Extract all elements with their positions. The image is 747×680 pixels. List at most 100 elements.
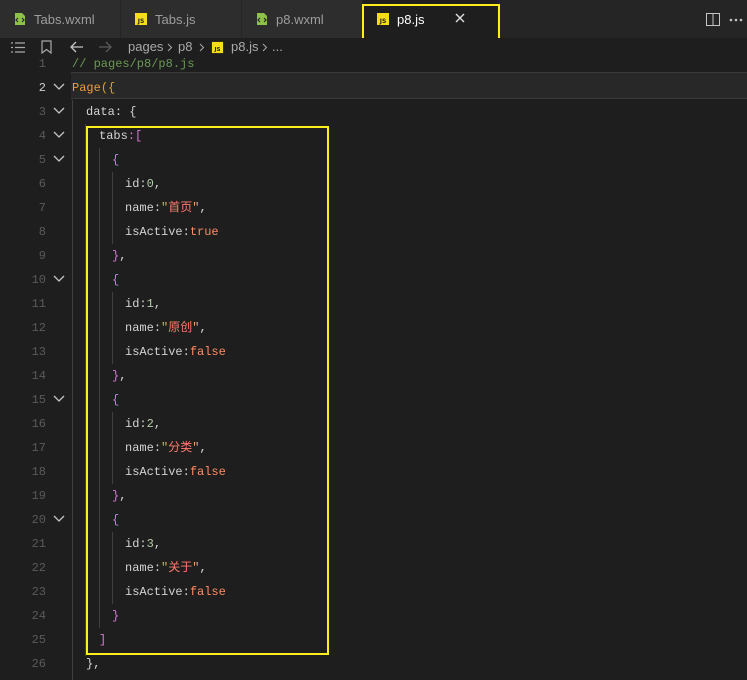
code-token: name — [125, 441, 154, 455]
code-line[interactable]: 19 }, — [0, 484, 747, 508]
line-number: 2 — [38, 81, 46, 95]
code-line[interactable]: 14 }, — [0, 364, 747, 388]
code-token: 原创 — [168, 321, 193, 335]
code-token: isActive — [125, 465, 183, 479]
code-token: isActive — [125, 585, 183, 599]
code-token: name — [125, 561, 154, 575]
wxml-file-icon — [15, 13, 25, 25]
code-line[interactable]: 20 { — [0, 508, 747, 532]
code-token: { — [112, 513, 120, 527]
code-token: isActive — [125, 345, 183, 359]
code-line[interactable]: 2 Page({ — [0, 76, 747, 100]
code-token: : { — [114, 105, 137, 119]
chevron-down-icon[interactable] — [53, 131, 65, 139]
code-line[interactable]: 22 name:"关于", — [0, 556, 747, 580]
tab-label: p8.wxml — [276, 11, 324, 27]
code-line[interactable]: 21 id:3, — [0, 532, 747, 556]
code-line[interactable]: 4 tabs:[ — [0, 124, 747, 148]
code-token: 关于 — [168, 561, 193, 575]
code-line[interactable]: 15 { — [0, 388, 747, 412]
code-token: 首页 — [168, 201, 193, 215]
code-token: ({ — [100, 81, 116, 95]
code-line[interactable]: 13 isActive:false — [0, 340, 747, 364]
js-file-icon: JS — [135, 13, 147, 25]
code-token: id — [125, 177, 140, 191]
line-number: 18 — [31, 465, 46, 479]
code-token: false — [189, 465, 226, 479]
line-number: 15 — [31, 393, 46, 407]
code-token: { — [112, 153, 120, 167]
wxml-file-icon — [257, 13, 267, 25]
line-number: 24 — [31, 609, 46, 623]
code-line[interactable]: 26 }, — [0, 652, 747, 676]
code-line[interactable]: 11 id:1, — [0, 292, 747, 316]
code-line[interactable]: 10 { — [0, 268, 747, 292]
code-token: tabs — [99, 129, 128, 143]
code-token: } — [112, 609, 120, 623]
svg-text:JS: JS — [137, 18, 145, 25]
line-number: 11 — [31, 297, 46, 311]
chevron-down-icon[interactable] — [53, 83, 65, 91]
code-line[interactable]: 8 isActive:true — [0, 220, 747, 244]
code-line[interactable]: 7 name:"首页", — [0, 196, 747, 220]
line-number: 19 — [31, 489, 46, 503]
code-token: id — [125, 417, 140, 431]
chevron-down-icon[interactable] — [53, 155, 65, 163]
chevron-down-icon[interactable] — [53, 515, 65, 523]
code-token: true — [189, 225, 219, 239]
line-number: 8 — [38, 225, 46, 239]
line-number: 9 — [38, 249, 46, 263]
code-token: Page — [72, 81, 101, 95]
code-token: 0 — [146, 177, 154, 191]
code-line[interactable]: 6 id:0, — [0, 172, 747, 196]
code-line[interactable]: 12 name:"原创", — [0, 316, 747, 340]
tab-p8-js[interactable]: JS p8.js — [363, 0, 498, 38]
code-line[interactable]: 5 { — [0, 148, 747, 172]
code-line[interactable]: 23 isActive:false — [0, 580, 747, 604]
code-token: ] — [99, 633, 107, 647]
line-number: 21 — [31, 537, 46, 551]
chevron-down-icon[interactable] — [53, 395, 65, 403]
code-token: { — [112, 273, 120, 287]
code-line[interactable]: 16 id:2, — [0, 412, 747, 436]
tab-label: Tabs.js — [155, 11, 196, 27]
code-token: isActive — [125, 225, 183, 239]
line-number: 3 — [38, 105, 46, 119]
code-line[interactable]: 24 } — [0, 604, 747, 628]
code-token: false — [189, 585, 226, 599]
line-number: 7 — [38, 201, 46, 215]
tab-p8-wxml[interactable]: p8.wxml — [242, 0, 363, 38]
line-number: 16 — [31, 417, 46, 431]
code-line[interactable]: 25 ] — [0, 628, 747, 652]
chevron-down-icon[interactable] — [53, 107, 65, 115]
split-editor-icon[interactable] — [706, 13, 720, 26]
tab-tabs-wxml[interactable]: Tabs.wxml — [0, 0, 121, 38]
line-number: 12 — [31, 321, 46, 335]
chevron-right-icon — [167, 43, 173, 52]
code-token: { — [112, 393, 120, 407]
chevron-down-icon[interactable] — [53, 275, 65, 283]
line-number: 4 — [38, 129, 46, 143]
close-icon[interactable] — [453, 11, 467, 25]
chevron-right-icon — [199, 43, 205, 52]
code-line[interactable]: 9 }, — [0, 244, 747, 268]
code-token: 1 — [146, 297, 154, 311]
line-number: 5 — [38, 153, 46, 167]
code-line[interactable]: 3 data: { — [0, 100, 747, 124]
code-line[interactable]: 17 name:"分类", — [0, 436, 747, 460]
code-token: name — [125, 201, 154, 215]
code-editor[interactable]: 1 // pages/p8/p8.js 2 Page({ 3 data: { 4… — [0, 57, 747, 680]
code-token: 2 — [146, 417, 154, 431]
chevron-right-icon — [262, 43, 268, 52]
code-token: :[ — [127, 129, 143, 143]
line-number: 13 — [31, 345, 46, 359]
code-token: id — [125, 297, 140, 311]
tab-tabs-js[interactable]: JS Tabs.js — [121, 0, 242, 38]
line-number: 10 — [31, 273, 46, 287]
tab-bar: Tabs.wxml JS Tabs.js p8.wxml JS p8.js — [0, 0, 747, 41]
code-token: name — [125, 321, 154, 335]
code-line[interactable]: 18 isActive:false — [0, 460, 747, 484]
line-number: 20 — [31, 513, 46, 527]
line-number: 6 — [38, 177, 46, 191]
more-actions-icon[interactable] — [729, 18, 743, 22]
